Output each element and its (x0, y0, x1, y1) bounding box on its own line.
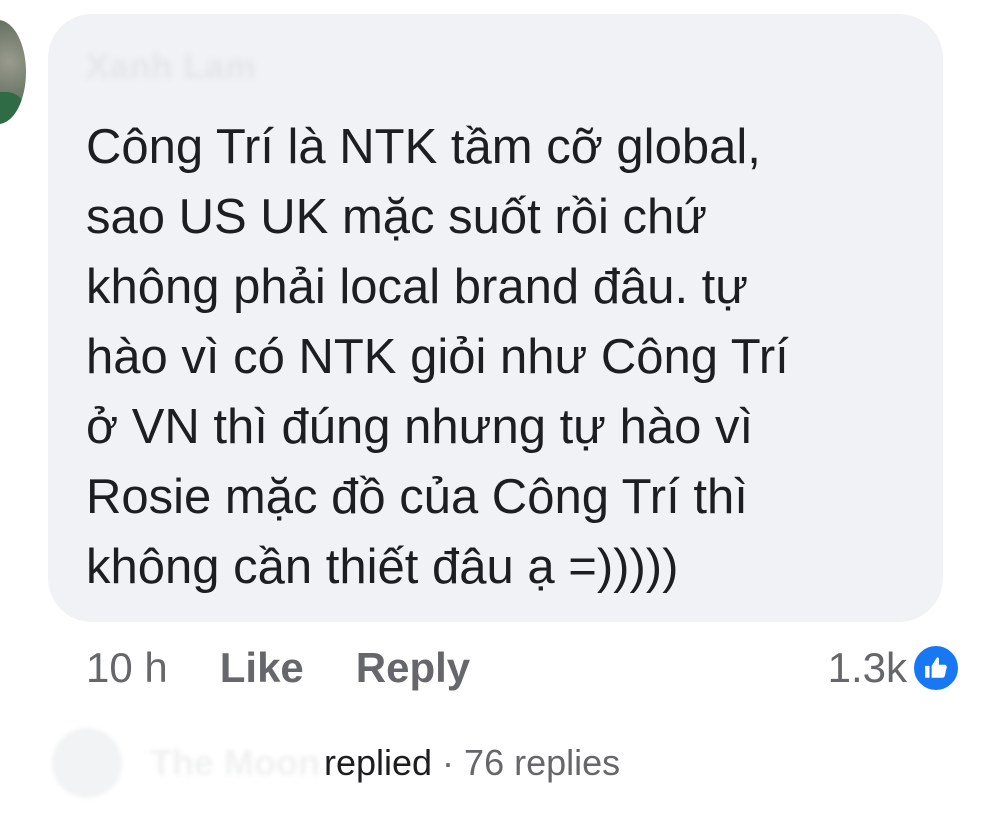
comment-author-name[interactable]: Xanh Lam (86, 48, 256, 87)
reply-count: 76 replies (464, 742, 621, 783)
comment-line: Rosie mặc đồ của Công Trí thì (86, 470, 748, 524)
view-replies-link[interactable]: The Moon replied · 76 replies (52, 728, 620, 798)
commenter-avatar[interactable] (0, 20, 26, 124)
reaction-count: 1.3k (827, 644, 907, 691)
comment-line: không cần thiết đâu ạ =))))) (86, 540, 679, 594)
comment-line: sao US UK mặc suốt rồi chứ (86, 190, 708, 244)
comment-timestamp[interactable]: 10 h (86, 644, 168, 692)
comment-line: Công Trí là NTK tầm cỡ global, (86, 120, 761, 174)
reply-author-name: The Moon (150, 742, 320, 783)
reaction-summary[interactable]: 1.3k (828, 640, 961, 696)
reply-author-avatar (52, 728, 122, 798)
like-button[interactable]: Like (220, 644, 304, 692)
like-thumb-icon (911, 643, 961, 693)
comment-line: ở VN thì đúng nhưng tự hào vì (86, 400, 754, 454)
comment-actions: 10 h Like Reply (86, 640, 470, 696)
reply-button[interactable]: Reply (356, 644, 470, 692)
reply-separator: · (442, 742, 455, 783)
reply-verb: replied (323, 742, 433, 783)
comment-line: hào vì có NTK giỏi như Công Trí (86, 330, 789, 384)
comment-body: Công Trí là NTK tầm cỡ global, sao US UK… (86, 112, 926, 602)
comment-line: không phải local brand đâu. tự (86, 260, 749, 314)
